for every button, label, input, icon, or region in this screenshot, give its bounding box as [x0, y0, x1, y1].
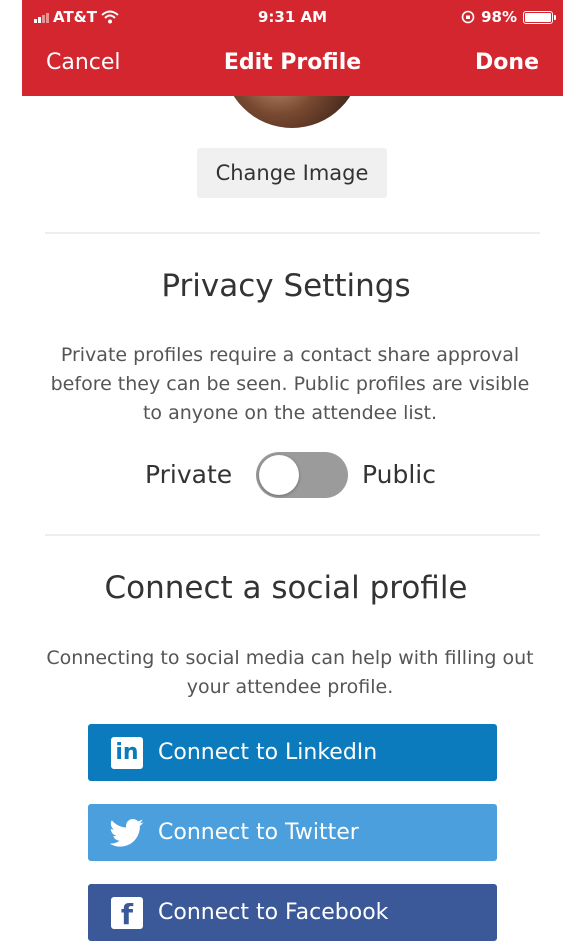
- change-image-button[interactable]: Change Image: [197, 148, 387, 198]
- privacy-toggle-row: Private Public: [0, 450, 572, 500]
- privacy-settings-title: Privacy Settings: [161, 268, 411, 304]
- twitter-icon: [110, 816, 144, 850]
- privacy-description: Private profiles require a contact share…: [50, 344, 530, 424]
- connect-linkedin-label: Connect to LinkedIn: [158, 740, 378, 765]
- connect-twitter-label: Connect to Twitter: [158, 820, 359, 845]
- done-button[interactable]: Done: [475, 50, 539, 75]
- facebook-icon: f: [110, 896, 144, 930]
- connect-facebook-button[interactable]: f Connect to Facebook: [88, 884, 497, 941]
- connect-facebook-label: Connect to Facebook: [158, 900, 389, 925]
- connect-linkedin-button[interactable]: in Connect to LinkedIn: [88, 724, 497, 781]
- social-description: Connecting to social media can help with…: [46, 647, 534, 698]
- nav-bar: Cancel Edit Profile Done: [22, 50, 563, 80]
- connect-twitter-button[interactable]: Connect to Twitter: [88, 804, 497, 861]
- social-profile-title: Connect a social profile: [104, 570, 468, 606]
- divider: [45, 232, 540, 234]
- orientation-lock-icon: [461, 10, 475, 24]
- status-right: 98%: [461, 8, 556, 26]
- header-bar: AT&T 9:31 AM 98% Cancel Edit Profile Don…: [22, 0, 563, 96]
- public-label: Public: [362, 460, 436, 489]
- toggle-knob: [259, 455, 299, 495]
- linkedin-icon: in: [110, 736, 144, 770]
- divider: [45, 534, 540, 536]
- privacy-toggle[interactable]: [256, 452, 348, 498]
- private-label: Private: [145, 460, 233, 489]
- battery-icon: [523, 10, 556, 24]
- battery-percent: 98%: [481, 8, 517, 26]
- status-bar: AT&T 9:31 AM 98%: [22, 8, 563, 30]
